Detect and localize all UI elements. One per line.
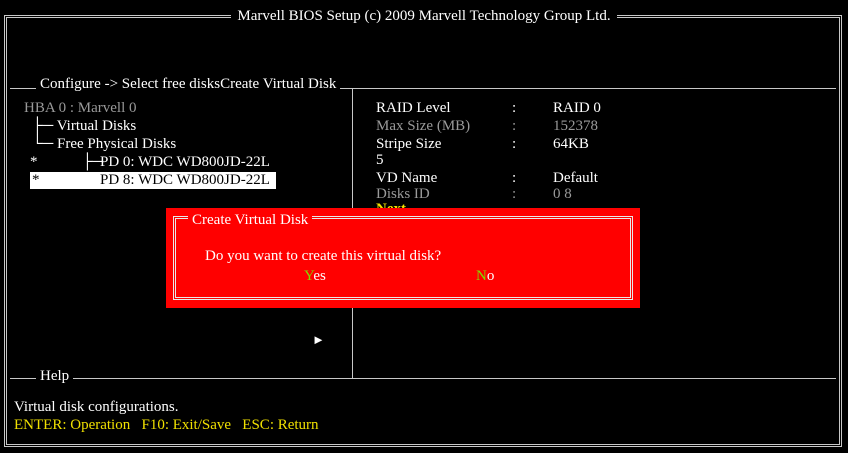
- no-button[interactable]: No: [476, 268, 494, 285]
- breadcrumb: Configure -> Select free disksCreate Vir…: [36, 76, 341, 93]
- dialog-title: Create Virtual Disk: [188, 212, 313, 229]
- arrow-right-icon: ►: [312, 332, 325, 347]
- help-separator: [10, 378, 836, 379]
- prop-vd-name-sep: :: [512, 170, 517, 186]
- disk-label: PD 8: WDC WD800JD-22L: [100, 172, 270, 188]
- prop-raid-level-value[interactable]: RAID 0: [553, 100, 601, 117]
- tree-free-physical-disks[interactable]: └─ Free Physical Disks: [32, 136, 176, 153]
- help-text: Virtual disk configurations.: [14, 399, 179, 415]
- yes-button[interactable]: Yes: [304, 268, 326, 285]
- tree-disk-8-selected[interactable]: * PD 8: WDC WD800JD-22L: [30, 172, 276, 189]
- disk-label: PD 0: WDC WD800JD-22L: [100, 154, 270, 170]
- prop-max-size-value: 152378: [553, 118, 598, 134]
- disk-marker: *: [30, 154, 38, 170]
- prop-extra-value: 5: [376, 152, 384, 168]
- tree-virtual-disks[interactable]: ├─ Virtual Disks: [32, 118, 136, 135]
- prop-vd-name[interactable]: VD Name: [376, 170, 437, 187]
- prop-stripe-size[interactable]: Stripe Size: [376, 136, 441, 153]
- tree-branch-end-icon: └─: [32, 136, 54, 152]
- prop-raid-level-sep: :: [512, 100, 517, 116]
- yes-label: es: [313, 268, 326, 284]
- prop-max-size-sep: :: [512, 118, 517, 134]
- create-vd-dialog: Create Virtual Disk Do you want to creat…: [166, 208, 640, 308]
- prop-max-size: Max Size (MB): [376, 118, 471, 134]
- help-label: Help: [36, 368, 74, 385]
- prop-raid-level[interactable]: RAID Level: [376, 100, 451, 117]
- prop-disks-id-value: 0 8: [553, 186, 572, 202]
- tree-branch-icon: ├─: [32, 118, 54, 134]
- disk-marker: *: [32, 172, 40, 188]
- prop-stripe-size-sep: :: [512, 136, 517, 152]
- window-title: Marvell BIOS Setup (c) 2009 Marvell Tech…: [0, 8, 848, 25]
- tree-hba[interactable]: HBA 0 : Marvell 0: [24, 100, 137, 117]
- no-label: o: [486, 268, 495, 284]
- dialog-message: Do you want to create this virtual disk?: [205, 248, 442, 264]
- tree-disk-0[interactable]: * ├─ PD 0: WDC WD800JD-22L: [30, 154, 276, 171]
- prop-vd-name-value[interactable]: Default: [553, 170, 598, 187]
- yes-hotkey: Y: [304, 268, 314, 284]
- window-title-text: Marvell BIOS Setup (c) 2009 Marvell Tech…: [231, 8, 617, 24]
- prop-disks-id-sep: :: [512, 186, 517, 202]
- help-keys: ENTER: Operation F10: Exit/Save ESC: Ret…: [14, 417, 319, 433]
- no-hotkey: N: [476, 268, 487, 284]
- prop-stripe-size-value[interactable]: 64KB: [553, 136, 589, 153]
